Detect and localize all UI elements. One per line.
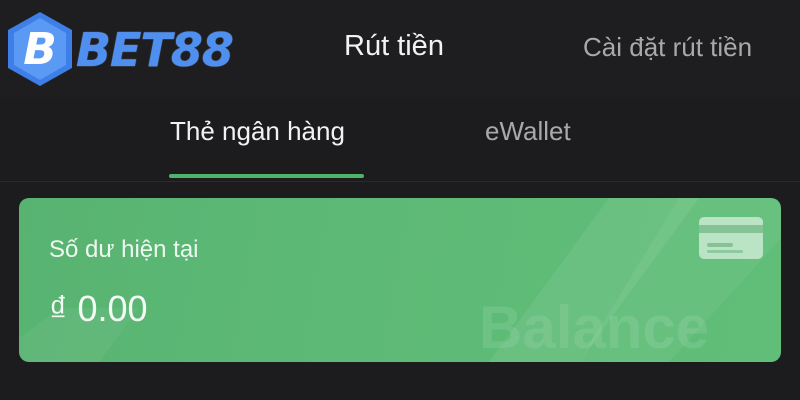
withdraw-settings-link[interactable]: Cài đặt rút tiền bbox=[583, 32, 752, 63]
current-balance-label: Số dư hiện tại bbox=[49, 236, 199, 263]
tab-bank-card[interactable]: Thẻ ngân hàng bbox=[170, 116, 345, 147]
balance-amount: ₫ 0.00 bbox=[49, 288, 148, 329]
active-tab-indicator bbox=[169, 174, 364, 178]
withdraw-page: B BET88 Rút tiền Cài đặt rút tiền Thẻ ng… bbox=[0, 0, 800, 400]
credit-card-icon bbox=[699, 217, 763, 259]
balance-watermark: Balance bbox=[479, 294, 710, 361]
svg-text:B: B bbox=[23, 24, 57, 75]
tab-bar: Thẻ ngân hàng eWallet bbox=[0, 97, 800, 182]
logo-badge-icon: B bbox=[8, 12, 72, 86]
tab-ewallet[interactable]: eWallet bbox=[485, 116, 571, 147]
page-title: Rút tiền bbox=[344, 30, 444, 62]
header: B BET88 Rút tiền Cài đặt rút tiền bbox=[0, 0, 800, 98]
balance-card: Balance Số dư hiện tại ₫ 0.00 bbox=[19, 198, 781, 362]
logo-text: BET88 bbox=[76, 23, 234, 77]
